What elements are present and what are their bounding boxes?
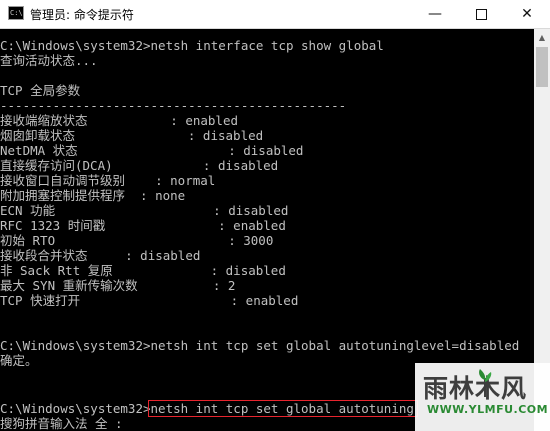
console-line: C:\Windows\system32>netsh interface tcp … bbox=[0, 38, 384, 53]
watermark-url: WWW.YLMFU.COM bbox=[427, 403, 549, 416]
scrollbar-thumb[interactable] bbox=[536, 47, 548, 87]
minimize-icon: — bbox=[428, 6, 442, 22]
console-line: TCP 快速打开 : enabled bbox=[0, 293, 299, 308]
console-line: 直接缓存访问(DCA) : disabled bbox=[0, 158, 279, 173]
close-icon: ✕ bbox=[521, 6, 533, 22]
window-title: 管理员: 命令提示符 bbox=[30, 8, 134, 22]
console-line: C:\Windows\system32>netsh int tcp set gl… bbox=[0, 338, 520, 353]
console-line: TCP 全局参数 bbox=[0, 83, 81, 98]
console-line: 接收段合并状态 : disabled bbox=[0, 248, 201, 263]
console-line: 最大 SYN 重新传输次数 : 2 bbox=[0, 278, 236, 293]
title-bar[interactable]: C:\ 管理员: 命令提示符 — ✕ bbox=[0, 0, 550, 29]
console-line: 接收窗口自动调节级别 : normal bbox=[0, 173, 216, 188]
cmd-icon: C:\ bbox=[8, 6, 24, 20]
console-line: 烟囱卸载状态 : disabled bbox=[0, 128, 264, 143]
console-line: ----------------------------------------… bbox=[0, 98, 347, 113]
maximize-icon bbox=[475, 8, 487, 20]
console-line: RFC 1323 时间戳 : enabled bbox=[0, 218, 286, 233]
console-line: 附加拥塞控制提供程序 : none bbox=[0, 188, 186, 203]
watermark-logo: 雨林木风 bbox=[423, 374, 528, 403]
minimize-button[interactable]: — bbox=[412, 0, 458, 28]
maximize-button[interactable] bbox=[458, 0, 504, 28]
console-line: 查询活动状态... bbox=[0, 53, 98, 68]
scroll-up-icon[interactable]: ▲ bbox=[534, 29, 550, 46]
console-line: 搜狗拼音输入法 全 : bbox=[0, 416, 123, 431]
console-line: NetDMA 状态 : disabled bbox=[0, 143, 304, 158]
site-watermark: 雨林木风 WWW.YLMFU.COM bbox=[415, 363, 550, 431]
console-line: ECN 功能 : disabled bbox=[0, 203, 289, 218]
console-line: 非 Sack Rtt 复原 : disabled bbox=[0, 263, 286, 278]
close-button[interactable]: ✕ bbox=[504, 0, 550, 28]
console-line: 确定。 bbox=[0, 353, 38, 368]
command-highlight-box bbox=[148, 400, 418, 417]
console-line: 初始 RTO : 3000 bbox=[0, 233, 274, 248]
console-line: 接收端缩放状态 : enabled bbox=[0, 113, 239, 128]
leaf-icon bbox=[479, 369, 492, 397]
command-prompt-window: C:\ 管理员: 命令提示符 — ✕ C:\Windows\system32>n… bbox=[0, 0, 550, 431]
